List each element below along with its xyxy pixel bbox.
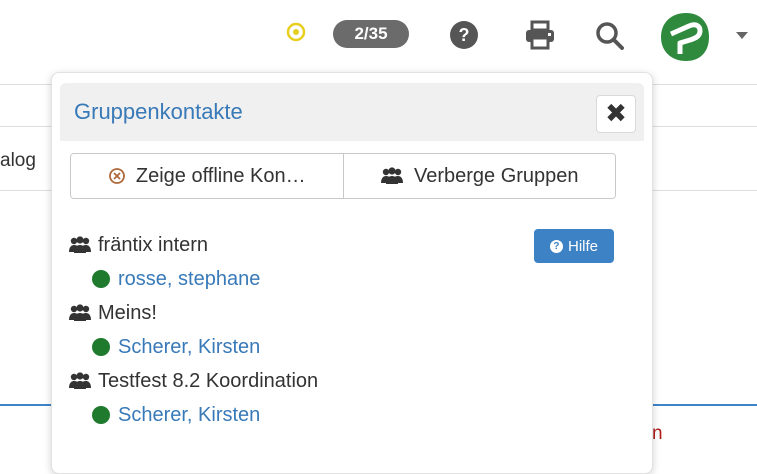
group-icon (380, 166, 404, 186)
popover-title: Gruppenkontakte (74, 99, 243, 124)
contact-row[interactable]: Scherer, Kirsten (68, 398, 528, 432)
contact-name-link[interactable]: Scherer, Kirsten (118, 404, 260, 427)
online-status-icon (92, 270, 110, 288)
show-offline-label: Zeige offline Kon… (135, 164, 306, 187)
group-row: Meins! (68, 296, 528, 330)
top-toolbar: 2/35 ? (0, 0, 757, 72)
app-logo-icon[interactable] (656, 10, 714, 64)
help-label: Hilfe (567, 237, 598, 255)
group-icon (68, 235, 92, 255)
group-list: fräntix intern rosse, stephane Meins! Sc… (68, 228, 528, 432)
question-icon: ? (549, 239, 563, 253)
group-name: fräntix intern (98, 233, 209, 256)
status-ring-icon[interactable] (286, 22, 306, 42)
close-button[interactable]: ✖ (596, 95, 636, 133)
background-red-text-fragment: n (652, 423, 663, 444)
background-text-fragment: alog (0, 150, 36, 171)
caret-down-icon[interactable] (733, 28, 751, 42)
contact-name-link[interactable]: Scherer, Kirsten (118, 336, 260, 359)
group-icon (68, 371, 92, 391)
group-name: Testfest 8.2 Koordination (98, 369, 319, 392)
show-offline-contacts-button[interactable]: Zeige offline Kon… (71, 154, 344, 198)
group-name: Meins! (98, 301, 157, 324)
contact-row[interactable]: Scherer, Kirsten (68, 330, 528, 364)
help-icon[interactable]: ? (449, 20, 479, 50)
online-status-icon (92, 338, 110, 356)
contact-name-link[interactable]: rosse, stephane (118, 268, 260, 291)
help-button[interactable]: ? Hilfe (534, 229, 614, 263)
print-icon[interactable] (524, 20, 556, 50)
offline-status-icon (108, 167, 126, 185)
counter-badge[interactable]: 2/35 (333, 20, 409, 48)
group-icon (68, 303, 92, 323)
group-row: Testfest 8.2 Koordination (68, 364, 528, 398)
group-contacts-popover: Gruppenkontakte ✖ Zeige offline Kon… Ver… (51, 72, 653, 474)
contact-row[interactable]: rosse, stephane (68, 262, 528, 296)
svg-text:?: ? (459, 25, 470, 45)
hide-groups-label: Verberge Gruppen (413, 164, 579, 187)
hide-groups-button[interactable]: Verberge Gruppen (343, 154, 615, 198)
popover-header: Gruppenkontakte ✖ (60, 83, 644, 141)
search-icon[interactable] (594, 20, 626, 52)
online-status-icon (92, 406, 110, 424)
popover-button-group: Zeige offline Kon… Verberge Gruppen (70, 153, 616, 199)
group-row: fräntix intern (68, 228, 528, 262)
